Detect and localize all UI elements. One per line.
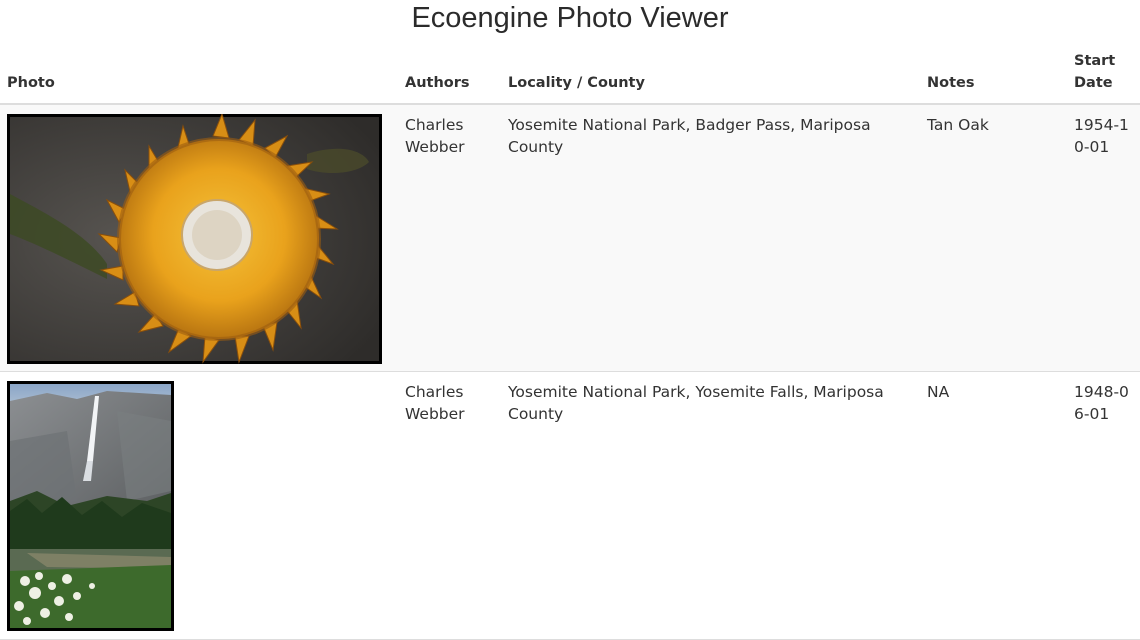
column-header-photo[interactable]: Photo <box>0 50 405 105</box>
notes-cell: NA <box>927 371 1074 640</box>
column-header-locality[interactable]: Locality / County <box>508 50 927 105</box>
start-date-cell: 1954-10-01 <box>1074 104 1140 372</box>
start-date-value: 1948-06-01 <box>1074 383 1129 423</box>
table-row: Charles Webber Yosemite National Park, Y… <box>0 371 1140 640</box>
page-title: Ecoengine Photo Viewer <box>411 2 729 34</box>
start-date-header-label: Start Date <box>1074 53 1116 91</box>
oak-acorn-cross-section-photo[interactable] <box>7 114 382 364</box>
start-date-value: 1954-10-01 <box>1074 116 1129 156</box>
yosemite-falls-landscape-photo[interactable] <box>7 381 174 631</box>
authors-cell: Charles Webber <box>405 371 508 640</box>
photo-table: Photo Authors Locality / County Notes St… <box>0 50 1140 640</box>
notes-cell: Tan Oak <box>927 104 1074 372</box>
photo-cell <box>0 104 405 372</box>
column-header-authors[interactable]: Authors <box>405 50 508 105</box>
locality-cell: Yosemite National Park, Badger Pass, Mar… <box>508 104 927 372</box>
column-header-start-date[interactable]: Start Date <box>1074 50 1140 105</box>
start-date-cell: 1948-06-01 <box>1074 371 1140 640</box>
authors-cell: Charles Webber <box>405 104 508 372</box>
photo-cell <box>0 371 405 640</box>
table-header-row: Photo Authors Locality / County Notes St… <box>0 50 1140 105</box>
table-row: Charles Webber Yosemite National Park, B… <box>0 104 1140 372</box>
locality-cell: Yosemite National Park, Yosemite Falls, … <box>508 371 927 640</box>
column-header-notes[interactable]: Notes <box>927 50 1074 105</box>
